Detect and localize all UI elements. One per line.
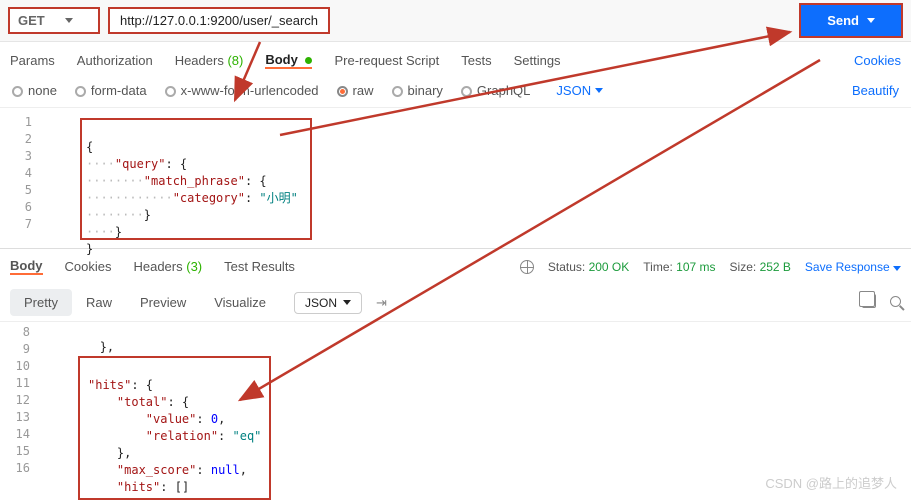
copy-icon[interactable] [862,294,876,311]
size-block: Size: 252 B [730,260,791,274]
url-input[interactable]: http://127.0.0.1:9200/user/_search [108,7,330,34]
radio-xwww[interactable]: x-www-form-urlencoded [165,83,319,98]
tab-body[interactable]: Body [265,52,312,69]
headers-count: (8) [227,53,243,68]
chevron-down-icon [893,266,901,271]
request-tabs: Params Authorization Headers (8) Body Pr… [0,42,911,78]
watermark: CSDN @路上的追梦人 [765,473,897,492]
body-type-row: none form-data x-www-form-urlencoded raw… [0,78,911,108]
status-block: Status: 200 OK [548,260,629,274]
chevron-down-icon [595,88,603,93]
radio-formdata[interactable]: form-data [75,83,147,98]
method-label: GET [18,13,45,28]
radio-graphql[interactable]: GraphQL [461,83,530,98]
tab-tests[interactable]: Tests [461,53,491,68]
cookies-link[interactable]: Cookies [854,53,901,68]
tab-params[interactable]: Params [10,53,55,68]
send-label: Send [827,13,859,28]
res-tab-cookies[interactable]: Cookies [65,259,112,274]
chevron-down-icon [343,300,351,305]
beautify-link[interactable]: Beautify [852,83,899,98]
res-tab-headers[interactable]: Headers (3) [133,259,202,274]
request-bar: GET http://127.0.0.1:9200/user/_search S… [0,0,911,42]
response-format-select[interactable]: JSON [294,292,362,314]
res-tab-body[interactable]: Body [10,258,43,275]
tab-prerequest[interactable]: Pre-request Script [334,53,439,68]
response-body[interactable]: "hits": { "total": { "value": 0, "relati… [78,356,271,500]
request-body-editor[interactable]: { ····"query": { ········"match_phrase":… [80,118,312,240]
body-label: Body [265,52,298,67]
tab-headers[interactable]: Headers (8) [175,53,244,68]
request-gutter: 1 2 3 4 5 6 7 [0,112,38,242]
radio-none[interactable]: none [12,83,57,98]
view-raw[interactable]: Raw [72,289,126,316]
request-editor-area: 1 2 3 4 5 6 7 { ····"query": { ········"… [0,112,911,242]
tab-authorization[interactable]: Authorization [77,53,153,68]
view-visualize[interactable]: Visualize [200,289,280,316]
view-preview[interactable]: Preview [126,289,200,316]
chevron-down-icon [867,18,875,23]
wrap-icon[interactable]: ⇥ [376,295,387,311]
send-button[interactable]: Send [799,3,903,38]
headers-label: Headers [175,53,224,68]
save-response[interactable]: Save Response [805,260,901,274]
radio-binary[interactable]: binary [392,83,443,98]
chevron-down-icon [65,18,73,23]
response-tabs: Body Cookies Headers (3) Test Results St… [0,248,911,284]
response-view-row: Pretty Raw Preview Visualize JSON ⇥ [0,284,911,322]
search-icon[interactable] [890,295,901,310]
time-block: Time: 107 ms [643,260,715,274]
tab-settings[interactable]: Settings [514,53,561,68]
http-method-select[interactable]: GET [8,7,100,34]
radio-raw[interactable]: raw [337,83,374,98]
view-pretty[interactable]: Pretty [10,289,72,316]
dot-icon [305,57,312,64]
globe-icon [520,260,534,274]
response-gutter: 8 9 10 11 12 13 14 15 16 [0,322,38,500]
format-select[interactable]: JSON [556,83,603,98]
res-tab-tests[interactable]: Test Results [224,259,295,274]
